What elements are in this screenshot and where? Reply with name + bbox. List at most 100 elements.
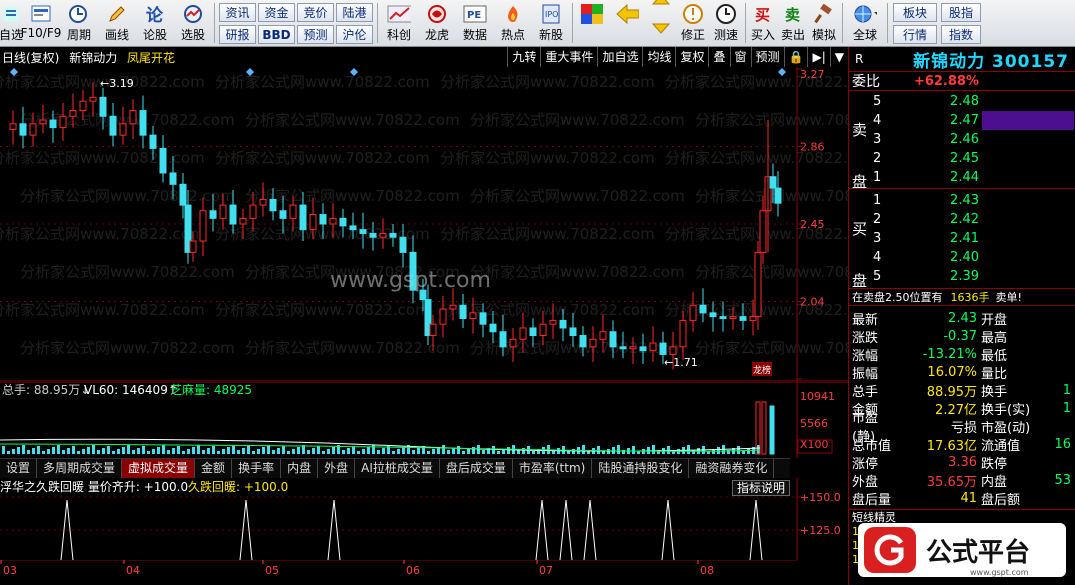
sell-level-5[interactable]: 5 2.48 — [849, 92, 1075, 111]
volume-bar — [92, 445, 95, 454]
btn-hangqing[interactable]: 行情 — [893, 25, 937, 44]
btn-lugang[interactable]: 陆港 — [336, 3, 373, 22]
vol-axis-label: 5566 — [800, 417, 828, 430]
tb-global[interactable]: 全球 — [845, 0, 885, 46]
volume-bar — [522, 448, 525, 454]
order-ratio-label: 委比 — [852, 74, 880, 90]
tb-draw[interactable]: 画线 — [98, 0, 136, 46]
buy-level-5-num: 5 — [873, 269, 882, 284]
tb-color[interactable] — [575, 0, 609, 46]
tb-data[interactable]: PE 数据 — [456, 0, 494, 46]
tab-7[interactable]: AI拉桩成交量 — [355, 459, 440, 478]
menu-jiuzhuan[interactable]: 九转 — [507, 47, 540, 67]
sell-level-3[interactable]: 3 2.46 — [849, 130, 1075, 149]
tb-updown[interactable] — [645, 0, 677, 46]
tab-8[interactable]: 盘后成交量 — [440, 459, 513, 478]
tab-9[interactable]: 市盈率(ttm) — [513, 459, 593, 478]
candle-body — [209, 210, 217, 219]
tb-select[interactable]: 选股 — [174, 0, 212, 46]
btn-yuce[interactable]: 预测 — [297, 25, 334, 44]
tab-1[interactable]: 多周期成交量 — [37, 459, 123, 478]
tb-speed[interactable]: 测速 — [709, 0, 743, 46]
stat-value: 35.65万 — [926, 474, 977, 490]
volume-bar — [307, 450, 310, 454]
tb-back[interactable] — [609, 0, 645, 46]
tab-11[interactable]: 融资融券变化 — [689, 459, 775, 478]
tab-0[interactable]: 设置 — [0, 459, 38, 478]
btn-bbd[interactable]: BBD — [258, 25, 295, 44]
volume-bar — [262, 447, 265, 454]
tb-hot[interactable]: 热点 — [494, 0, 532, 46]
indicator-help-button[interactable]: 指标说明 — [732, 480, 790, 496]
menu-overlay[interactable]: 叠 — [708, 47, 729, 67]
buy-level-1[interactable]: 1 2.43 — [849, 191, 1075, 210]
volume-bar — [742, 451, 745, 454]
tb-buy[interactable]: 买买入 — [748, 0, 778, 46]
btn-bankuai[interactable]: 板块 — [893, 3, 937, 22]
menu-add-watch[interactable]: 加自选 — [597, 47, 642, 67]
btn-hulun[interactable]: 沪伦 — [336, 25, 373, 44]
tb-kechuang[interactable]: 科创 — [380, 0, 418, 46]
candle-body — [119, 123, 127, 136]
tb-ipo[interactable]: IPO 新股 — [532, 0, 570, 46]
volume-chart[interactable]: 总手: 88.95万↓VL60: 146409↑芝麻量: 48925 10941 5… — [0, 382, 848, 458]
stat-row: 涨停 3.36 跌停 — [849, 453, 1075, 472]
menu-window[interactable]: 窗 — [729, 47, 751, 67]
sell-level-4-price: 2.47 — [950, 113, 979, 128]
indicator-chart[interactable]: 浮华之久跌回暖 量价齐升: +100.0 久跌回暖: +100.0 +150.0 +1… — [0, 478, 848, 560]
buy-level-3[interactable]: 3 2.41 — [849, 229, 1075, 248]
volume-bar — [42, 451, 45, 454]
btn-guzhi[interactable]: 股指 — [941, 3, 981, 22]
sell-level-1[interactable]: 1 2.44 — [849, 168, 1075, 187]
ind-tick-label: +150.0 — [800, 491, 841, 504]
volume-bar — [567, 451, 570, 454]
tab-5[interactable]: 内盘 — [281, 459, 319, 478]
tab-3[interactable]: 金额 — [195, 459, 233, 478]
svg-text:买: 买 — [755, 6, 770, 24]
svg-text:论: 论 — [146, 5, 164, 24]
stat-label-2: 量比 — [981, 366, 1008, 382]
candle-body — [649, 342, 657, 352]
tb-longhu[interactable]: 龙虎 — [418, 0, 456, 46]
buy-level-1-num: 1 — [873, 193, 882, 208]
volume-bar — [97, 450, 100, 454]
menu-adjust[interactable]: 复权 — [675, 47, 708, 67]
volume-bar — [442, 445, 445, 454]
btn-zhishu[interactable]: 指数 — [941, 25, 981, 44]
vl60-line — [0, 438, 761, 452]
menu-forecast[interactable]: 预测 — [750, 47, 784, 67]
watermark-text: 分析家公式网www.70822.com — [470, 111, 685, 129]
tb-zixuan[interactable]: 自选 — [0, 0, 23, 46]
tab-4[interactable]: 换手率 — [232, 459, 282, 478]
buy-level-2[interactable]: 2 2.42 — [849, 210, 1075, 229]
btn-zijin[interactable]: 资金 — [258, 3, 295, 22]
buy-level-4[interactable]: 4 2.40 — [849, 248, 1075, 267]
lock-icon[interactable]: 🔒 — [783, 47, 808, 67]
menu-ma[interactable]: 均线 — [642, 47, 675, 67]
dropdown-arrow-icon[interactable]: ▼ — [829, 47, 848, 67]
stat-label-2: 跌停 — [981, 456, 1008, 472]
tab-2[interactable]: 虚拟成交量 — [122, 459, 196, 478]
tab-10[interactable]: 陆股通持股变化 — [592, 459, 690, 478]
sell-level-2[interactable]: 2 2.45 — [849, 149, 1075, 168]
stat-label: 最新 — [852, 312, 879, 328]
buy-level-5[interactable]: 5 2.39 — [849, 267, 1075, 286]
sell-level-4[interactable]: 4 2.47 — [849, 111, 1075, 130]
buy-level-4-num: 4 — [873, 250, 882, 265]
volume-bar — [2, 446, 5, 454]
btn-zixun[interactable]: 资讯 — [219, 3, 256, 22]
tb-sim[interactable]: 模拟 — [808, 0, 840, 46]
menu-events[interactable]: 重大事件 — [540, 47, 597, 67]
sell-level-3-num: 3 — [873, 132, 882, 147]
tb-period[interactable]: 周期 — [60, 0, 98, 46]
skip-end-icon[interactable]: ▶| — [807, 47, 829, 67]
volume-bar — [282, 446, 285, 454]
btn-yanbao[interactable]: 研报 — [219, 25, 256, 44]
kline-chart[interactable]: 3.272.862.452.04分析家公式网www.70822.com 分析家公式… — [0, 67, 848, 382]
btn-jingjia[interactable]: 竞价 — [297, 3, 334, 22]
tb-discuss[interactable]: 论论股 — [136, 0, 174, 46]
tb-fix[interactable]: 修正 — [677, 0, 709, 46]
tb-f10[interactable]: F10/F9 — [21, 0, 61, 46]
tab-6[interactable]: 外盘 — [318, 459, 356, 478]
tb-sell[interactable]: 卖卖出 — [778, 0, 808, 46]
